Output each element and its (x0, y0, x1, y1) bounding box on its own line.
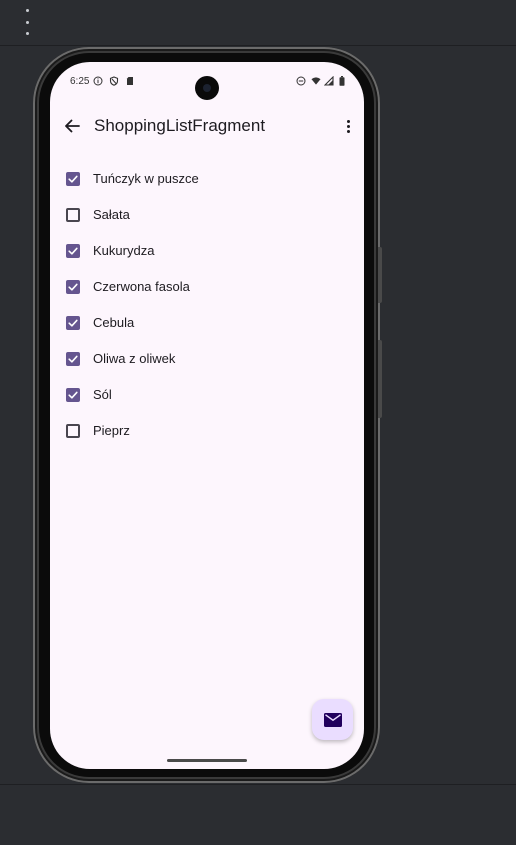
more-vert-icon[interactable] (338, 114, 358, 138)
signal-icon (324, 76, 334, 86)
mail-icon (323, 712, 342, 727)
list-item[interactable]: Sól (50, 377, 364, 413)
shield-icon (109, 76, 119, 86)
list-item-label: Cebula (93, 315, 135, 330)
list-item[interactable]: Pieprz (50, 413, 364, 449)
list-item[interactable]: Oliwa z oliwek (50, 341, 364, 377)
info-icon (93, 76, 103, 86)
list-item-label: Tuńczyk w puszce (93, 171, 199, 186)
list-item-label: Oliwa z oliwek (93, 351, 176, 366)
device-screen: 6:25 ShoppingListFragment Tuńczyk w pusz… (50, 62, 364, 769)
list-item[interactable]: Czerwona fasola (50, 269, 364, 305)
list-item-label: Czerwona fasola (93, 279, 190, 294)
list-item-label: Sól (93, 387, 112, 402)
sd-card-icon (125, 76, 135, 86)
page-title: ShoppingListFragment (94, 116, 266, 135)
list-item-label: Pieprz (93, 423, 130, 438)
more-vert-icon[interactable] (20, 9, 34, 35)
battery-icon (337, 76, 347, 86)
checkbox-checked[interactable] (66, 280, 80, 294)
checkbox-checked[interactable] (66, 172, 80, 186)
status-time: 6:25 (70, 76, 90, 87)
list-item[interactable]: Cebula (50, 305, 364, 341)
dnd-icon (296, 76, 306, 86)
wifi-icon (311, 76, 321, 86)
send-fab[interactable] (312, 699, 353, 740)
power-button[interactable] (378, 247, 382, 303)
app-bar: ShoppingListFragment (50, 106, 364, 146)
ide-top-toolbar (0, 0, 516, 46)
ide-bottom-bar (0, 784, 516, 845)
checkbox-checked[interactable] (66, 316, 80, 330)
home-indicator[interactable] (167, 759, 247, 762)
checkbox-unchecked[interactable] (66, 424, 80, 438)
shopping-list: Tuńczyk w puszce Sałata Kukurydza Czerwona … (50, 161, 364, 449)
arrow-back-icon[interactable] (60, 114, 84, 138)
list-item[interactable]: Tuńczyk w puszce (50, 161, 364, 197)
list-item-label: Kukurydza (93, 243, 155, 258)
list-item[interactable]: Kukurydza (50, 233, 364, 269)
status-bar: 6:25 (50, 62, 364, 100)
list-item[interactable]: Sałata (50, 197, 364, 233)
checkbox-checked[interactable] (66, 388, 80, 402)
checkbox-checked[interactable] (66, 352, 80, 366)
checkbox-unchecked[interactable] (66, 208, 80, 222)
checkbox-checked[interactable] (66, 244, 80, 258)
list-item-label: Sałata (93, 207, 130, 222)
front-camera (195, 76, 219, 100)
volume-button[interactable] (378, 340, 382, 418)
